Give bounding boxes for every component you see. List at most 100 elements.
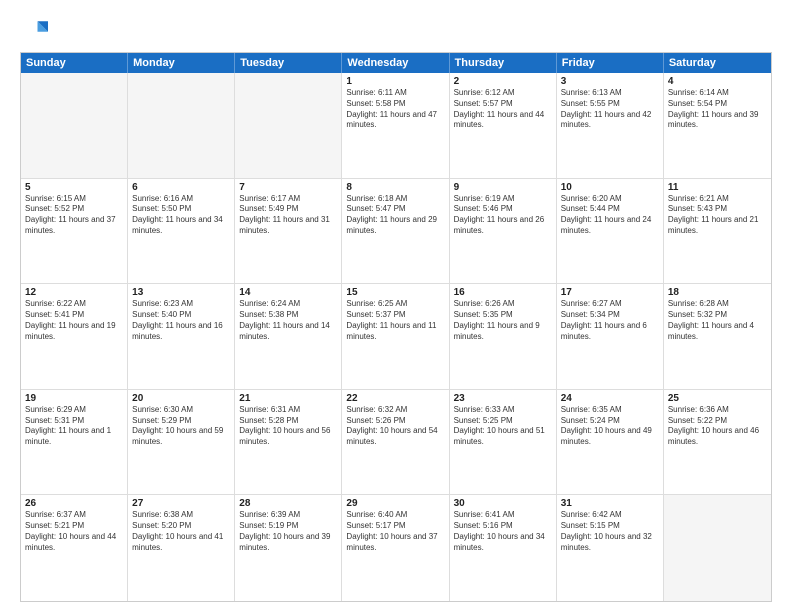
- day-number: 27: [132, 498, 230, 509]
- calendar-body: 1Sunrise: 6:11 AM Sunset: 5:58 PM Daylig…: [21, 73, 771, 601]
- day-number: 15: [346, 287, 444, 298]
- calendar-cell: 5Sunrise: 6:15 AM Sunset: 5:52 PM Daylig…: [21, 179, 128, 284]
- calendar-cell: 4Sunrise: 6:14 AM Sunset: 5:54 PM Daylig…: [664, 73, 771, 178]
- page: SundayMondayTuesdayWednesdayThursdayFrid…: [0, 0, 792, 612]
- calendar-cell: 7Sunrise: 6:17 AM Sunset: 5:49 PM Daylig…: [235, 179, 342, 284]
- cell-text: Sunrise: 6:42 AM Sunset: 5:15 PM Dayligh…: [561, 510, 659, 553]
- calendar-cell: 20Sunrise: 6:30 AM Sunset: 5:29 PM Dayli…: [128, 390, 235, 495]
- cell-text: Sunrise: 6:25 AM Sunset: 5:37 PM Dayligh…: [346, 299, 444, 342]
- day-number: 16: [454, 287, 552, 298]
- day-number: 24: [561, 393, 659, 404]
- calendar-cell: [664, 495, 771, 601]
- day-number: 2: [454, 76, 552, 87]
- cell-text: Sunrise: 6:29 AM Sunset: 5:31 PM Dayligh…: [25, 405, 123, 448]
- calendar: SundayMondayTuesdayWednesdayThursdayFrid…: [20, 52, 772, 602]
- cell-text: Sunrise: 6:24 AM Sunset: 5:38 PM Dayligh…: [239, 299, 337, 342]
- day-number: 26: [25, 498, 123, 509]
- day-number: 7: [239, 182, 337, 193]
- cell-text: Sunrise: 6:13 AM Sunset: 5:55 PM Dayligh…: [561, 88, 659, 131]
- day-number: 9: [454, 182, 552, 193]
- cell-text: Sunrise: 6:32 AM Sunset: 5:26 PM Dayligh…: [346, 405, 444, 448]
- calendar-cell: 1Sunrise: 6:11 AM Sunset: 5:58 PM Daylig…: [342, 73, 449, 178]
- cell-text: Sunrise: 6:19 AM Sunset: 5:46 PM Dayligh…: [454, 194, 552, 237]
- calendar-cell: 18Sunrise: 6:28 AM Sunset: 5:32 PM Dayli…: [664, 284, 771, 389]
- header: [20, 16, 772, 44]
- day-number: 29: [346, 498, 444, 509]
- cell-text: Sunrise: 6:33 AM Sunset: 5:25 PM Dayligh…: [454, 405, 552, 448]
- calendar-cell: 25Sunrise: 6:36 AM Sunset: 5:22 PM Dayli…: [664, 390, 771, 495]
- day-number: 17: [561, 287, 659, 298]
- cell-text: Sunrise: 6:26 AM Sunset: 5:35 PM Dayligh…: [454, 299, 552, 342]
- logo-icon: [20, 16, 48, 44]
- cell-text: Sunrise: 6:35 AM Sunset: 5:24 PM Dayligh…: [561, 405, 659, 448]
- calendar-cell: 9Sunrise: 6:19 AM Sunset: 5:46 PM Daylig…: [450, 179, 557, 284]
- calendar-cell: 30Sunrise: 6:41 AM Sunset: 5:16 PM Dayli…: [450, 495, 557, 601]
- cell-text: Sunrise: 6:20 AM Sunset: 5:44 PM Dayligh…: [561, 194, 659, 237]
- cal-header-cell: Monday: [128, 53, 235, 73]
- cal-header-cell: Thursday: [450, 53, 557, 73]
- calendar-row: 26Sunrise: 6:37 AM Sunset: 5:21 PM Dayli…: [21, 495, 771, 601]
- day-number: 31: [561, 498, 659, 509]
- calendar-cell: 12Sunrise: 6:22 AM Sunset: 5:41 PM Dayli…: [21, 284, 128, 389]
- calendar-cell: 3Sunrise: 6:13 AM Sunset: 5:55 PM Daylig…: [557, 73, 664, 178]
- calendar-cell: [128, 73, 235, 178]
- calendar-cell: 16Sunrise: 6:26 AM Sunset: 5:35 PM Dayli…: [450, 284, 557, 389]
- calendar-cell: 22Sunrise: 6:32 AM Sunset: 5:26 PM Dayli…: [342, 390, 449, 495]
- cell-text: Sunrise: 6:40 AM Sunset: 5:17 PM Dayligh…: [346, 510, 444, 553]
- calendar-cell: 28Sunrise: 6:39 AM Sunset: 5:19 PM Dayli…: [235, 495, 342, 601]
- logo: [20, 16, 52, 44]
- calendar-cell: 24Sunrise: 6:35 AM Sunset: 5:24 PM Dayli…: [557, 390, 664, 495]
- day-number: 4: [668, 76, 767, 87]
- calendar-cell: 23Sunrise: 6:33 AM Sunset: 5:25 PM Dayli…: [450, 390, 557, 495]
- calendar-cell: 26Sunrise: 6:37 AM Sunset: 5:21 PM Dayli…: [21, 495, 128, 601]
- cell-text: Sunrise: 6:41 AM Sunset: 5:16 PM Dayligh…: [454, 510, 552, 553]
- calendar-cell: 13Sunrise: 6:23 AM Sunset: 5:40 PM Dayli…: [128, 284, 235, 389]
- day-number: 20: [132, 393, 230, 404]
- day-number: 8: [346, 182, 444, 193]
- day-number: 5: [25, 182, 123, 193]
- cell-text: Sunrise: 6:18 AM Sunset: 5:47 PM Dayligh…: [346, 194, 444, 237]
- calendar-cell: 27Sunrise: 6:38 AM Sunset: 5:20 PM Dayli…: [128, 495, 235, 601]
- day-number: 6: [132, 182, 230, 193]
- cell-text: Sunrise: 6:30 AM Sunset: 5:29 PM Dayligh…: [132, 405, 230, 448]
- cal-header-cell: Saturday: [664, 53, 771, 73]
- cell-text: Sunrise: 6:31 AM Sunset: 5:28 PM Dayligh…: [239, 405, 337, 448]
- day-number: 19: [25, 393, 123, 404]
- day-number: 28: [239, 498, 337, 509]
- calendar-cell: 8Sunrise: 6:18 AM Sunset: 5:47 PM Daylig…: [342, 179, 449, 284]
- cell-text: Sunrise: 6:14 AM Sunset: 5:54 PM Dayligh…: [668, 88, 767, 131]
- calendar-cell: 11Sunrise: 6:21 AM Sunset: 5:43 PM Dayli…: [664, 179, 771, 284]
- day-number: 14: [239, 287, 337, 298]
- day-number: 13: [132, 287, 230, 298]
- cell-text: Sunrise: 6:21 AM Sunset: 5:43 PM Dayligh…: [668, 194, 767, 237]
- cell-text: Sunrise: 6:22 AM Sunset: 5:41 PM Dayligh…: [25, 299, 123, 342]
- calendar-header: SundayMondayTuesdayWednesdayThursdayFrid…: [21, 53, 771, 73]
- cell-text: Sunrise: 6:37 AM Sunset: 5:21 PM Dayligh…: [25, 510, 123, 553]
- cell-text: Sunrise: 6:11 AM Sunset: 5:58 PM Dayligh…: [346, 88, 444, 131]
- day-number: 18: [668, 287, 767, 298]
- calendar-cell: 21Sunrise: 6:31 AM Sunset: 5:28 PM Dayli…: [235, 390, 342, 495]
- day-number: 11: [668, 182, 767, 193]
- calendar-cell: 2Sunrise: 6:12 AM Sunset: 5:57 PM Daylig…: [450, 73, 557, 178]
- cal-header-cell: Tuesday: [235, 53, 342, 73]
- cell-text: Sunrise: 6:12 AM Sunset: 5:57 PM Dayligh…: [454, 88, 552, 131]
- calendar-row: 5Sunrise: 6:15 AM Sunset: 5:52 PM Daylig…: [21, 179, 771, 285]
- cell-text: Sunrise: 6:15 AM Sunset: 5:52 PM Dayligh…: [25, 194, 123, 237]
- cell-text: Sunrise: 6:16 AM Sunset: 5:50 PM Dayligh…: [132, 194, 230, 237]
- day-number: 22: [346, 393, 444, 404]
- calendar-row: 12Sunrise: 6:22 AM Sunset: 5:41 PM Dayli…: [21, 284, 771, 390]
- cell-text: Sunrise: 6:23 AM Sunset: 5:40 PM Dayligh…: [132, 299, 230, 342]
- calendar-row: 19Sunrise: 6:29 AM Sunset: 5:31 PM Dayli…: [21, 390, 771, 496]
- day-number: 23: [454, 393, 552, 404]
- cell-text: Sunrise: 6:27 AM Sunset: 5:34 PM Dayligh…: [561, 299, 659, 342]
- cell-text: Sunrise: 6:38 AM Sunset: 5:20 PM Dayligh…: [132, 510, 230, 553]
- cell-text: Sunrise: 6:17 AM Sunset: 5:49 PM Dayligh…: [239, 194, 337, 237]
- day-number: 12: [25, 287, 123, 298]
- calendar-cell: [21, 73, 128, 178]
- calendar-cell: [235, 73, 342, 178]
- cell-text: Sunrise: 6:36 AM Sunset: 5:22 PM Dayligh…: [668, 405, 767, 448]
- calendar-cell: 15Sunrise: 6:25 AM Sunset: 5:37 PM Dayli…: [342, 284, 449, 389]
- day-number: 25: [668, 393, 767, 404]
- calendar-cell: 10Sunrise: 6:20 AM Sunset: 5:44 PM Dayli…: [557, 179, 664, 284]
- day-number: 1: [346, 76, 444, 87]
